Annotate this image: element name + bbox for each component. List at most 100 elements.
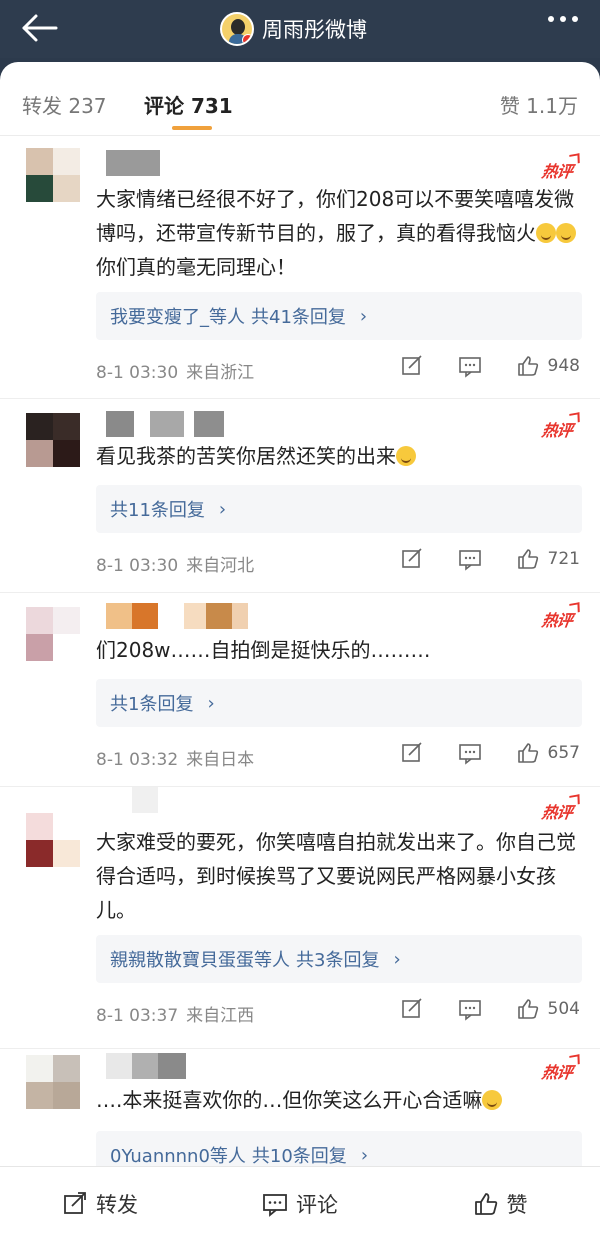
chevron-right-icon: ›: [393, 948, 401, 970]
comment-text: 大家难受的要死，你笑嘻嘻自拍就发出来了。你自己觉得合适吗，到时候挨骂了又要说网民…: [96, 830, 576, 922]
like-button[interactable]: 504: [516, 997, 580, 1021]
comment-actions: 657: [400, 741, 580, 765]
reply-names: 0Yuannnn0等人: [110, 1146, 246, 1167]
reply-count: 共1条回复: [110, 694, 194, 715]
comment-item: 热评 看见我茶的苦笑你居然还笑的出来 共11条回复 › 8-1 03:30 来自河…: [0, 399, 600, 593]
forward-icon[interactable]: [400, 547, 424, 571]
comment-location: 来自浙江: [186, 363, 255, 383]
reply-count: 共3条回复: [296, 950, 380, 971]
repost-button[interactable]: 转发: [0, 1167, 200, 1241]
more-dots-icon: [548, 16, 554, 22]
comment-icon[interactable]: [458, 547, 482, 571]
username-blurred[interactable]: [106, 787, 158, 813]
chevron-right-icon: ›: [359, 305, 368, 327]
thumbs-up-icon: [517, 549, 538, 569]
back-button[interactable]: [20, 10, 60, 46]
comment-location: 来自江西: [186, 1006, 255, 1026]
comment-icon[interactable]: [458, 997, 482, 1021]
username-blurred[interactable]: [106, 150, 160, 176]
reply-summary[interactable]: 親親散散寶貝蛋蛋等人 共3条回复 ›: [96, 935, 582, 983]
chevron-right-icon: ›: [218, 498, 227, 520]
thumbs-up-icon: [517, 999, 538, 1019]
like-button[interactable]: 948: [516, 354, 580, 378]
smile-emoji-icon: [556, 223, 576, 243]
hot-comment-tag: 热评: [540, 158, 573, 182]
like-count: 948: [547, 356, 580, 376]
comment-location: 来自日本: [186, 750, 255, 770]
top-bar: 周雨彤微博: [0, 0, 600, 58]
comment-meta: 8-1 03:37 来自江西: [96, 1001, 254, 1026]
tab-likes[interactable]: 赞 1.1万: [500, 90, 578, 119]
like-button[interactable]: 721: [516, 547, 580, 571]
reply-count: 共11条回复: [110, 500, 205, 521]
avatar[interactable]: [26, 148, 80, 202]
thumbs-up-icon: [517, 743, 538, 763]
avatar: [220, 12, 254, 46]
tab-repost[interactable]: 转发 237: [22, 90, 107, 119]
hot-comment-tag: 热评: [540, 1059, 573, 1083]
tab-comments[interactable]: 评论 731: [144, 90, 233, 119]
avatar[interactable]: [26, 413, 80, 467]
verified-badge-icon: [242, 34, 252, 44]
comment-actions: 504: [400, 997, 580, 1021]
comment-actions: 948: [400, 354, 580, 378]
hot-comment-tag: 热评: [540, 799, 573, 823]
username-blurred[interactable]: [106, 411, 224, 437]
forward-icon[interactable]: [400, 741, 424, 765]
comment-item: 热评 大家情绪已经很不好了，你们208可以不要笑嘻嘻发微博吗，还带宣传新节目的，…: [0, 136, 600, 399]
username-blurred[interactable]: [106, 603, 248, 629]
comment-time: 8-1 03:30: [96, 556, 179, 576]
reply-summary[interactable]: 我要变瘦了_等人 共41条回复 ›: [96, 292, 582, 340]
chevron-right-icon: ›: [360, 1144, 369, 1166]
comment-icon: [263, 1194, 287, 1217]
forward-icon[interactable]: [400, 354, 424, 378]
comment-time: 8-1 03:32: [96, 750, 179, 770]
hot-comment-tag: 热评: [540, 607, 573, 631]
comment-item: 热评 ….本来挺喜欢你的…但你笑这么开心合适嘛 0Yuannnn0等人 共10条…: [0, 1049, 600, 1179]
comment-text: 们208w……自拍倒是挺快乐的………: [96, 638, 431, 662]
comment-meta: 8-1 03:30 来自浙江: [96, 358, 254, 383]
reply-count: 共41条回复: [251, 307, 346, 328]
comment-icon[interactable]: [458, 741, 482, 765]
comment-item: 热评 大家难受的要死，你笑嘻嘻自拍就发出来了。你自己觉得合适吗，到时候挨骂了又要…: [0, 787, 600, 1049]
avatar[interactable]: [26, 1055, 80, 1109]
comment-time: 8-1 03:30: [96, 363, 179, 383]
comment-meta: 8-1 03:30 来自河北: [96, 551, 254, 576]
like-button[interactable]: 赞: [400, 1167, 600, 1241]
like-count: 504: [547, 999, 580, 1019]
comment-time: 8-1 03:37: [96, 1006, 179, 1026]
smile-emoji-icon: [396, 446, 416, 466]
page-title: 周雨彤微博: [262, 18, 367, 42]
reply-summary[interactable]: 共11条回复 ›: [96, 485, 582, 533]
smile-emoji-icon: [482, 1090, 503, 1110]
reply-names: 親親散散寶貝蛋蛋等人: [110, 950, 290, 971]
forward-icon[interactable]: [400, 997, 424, 1021]
reply-names: 我要变瘦了_等人: [110, 307, 245, 328]
avatar[interactable]: [26, 813, 80, 867]
comment-icon[interactable]: [458, 354, 482, 378]
thumbs-up-icon: [517, 356, 538, 376]
username-blurred[interactable]: [106, 1053, 186, 1079]
smile-emoji-icon: [536, 223, 556, 243]
chevron-right-icon: ›: [207, 692, 215, 714]
like-count: 657: [547, 743, 580, 763]
forward-icon: [64, 1192, 86, 1214]
tab-active-indicator: [172, 126, 212, 130]
bottom-action-bar: 转发 评论 赞: [0, 1166, 600, 1241]
arrow-left-icon: [22, 14, 58, 42]
comments-panel: 转发 237 评论 731 赞 1.1万 热评 大家情绪已经很不好了，你们208…: [0, 62, 600, 1241]
more-button[interactable]: [548, 16, 578, 22]
hot-comment-tag: 热评: [540, 417, 573, 441]
reply-count: 共10条回复: [251, 1146, 347, 1167]
comment-item: 热评 们208w……自拍倒是挺快乐的……… 共1条回复 › 8-1 03:32 来…: [0, 593, 600, 787]
comment-text: 大家情绪已经很不好了，你们208可以不要笑嘻嘻发微博吗，还带宣传新节目的，服了，…: [96, 187, 576, 279]
like-button[interactable]: 657: [516, 741, 580, 765]
avatar[interactable]: [26, 607, 80, 661]
like-count: 721: [547, 549, 580, 569]
comment-text: ….本来挺喜欢你的…但你笑这么开心合适嘛: [96, 1083, 582, 1117]
comment-button[interactable]: 评论: [200, 1167, 400, 1241]
page-title-group[interactable]: 周雨彤微博: [220, 10, 367, 48]
comment-actions: 721: [400, 547, 580, 571]
reply-summary[interactable]: 共1条回复 ›: [96, 679, 582, 727]
thumbs-up-icon: [474, 1193, 497, 1215]
